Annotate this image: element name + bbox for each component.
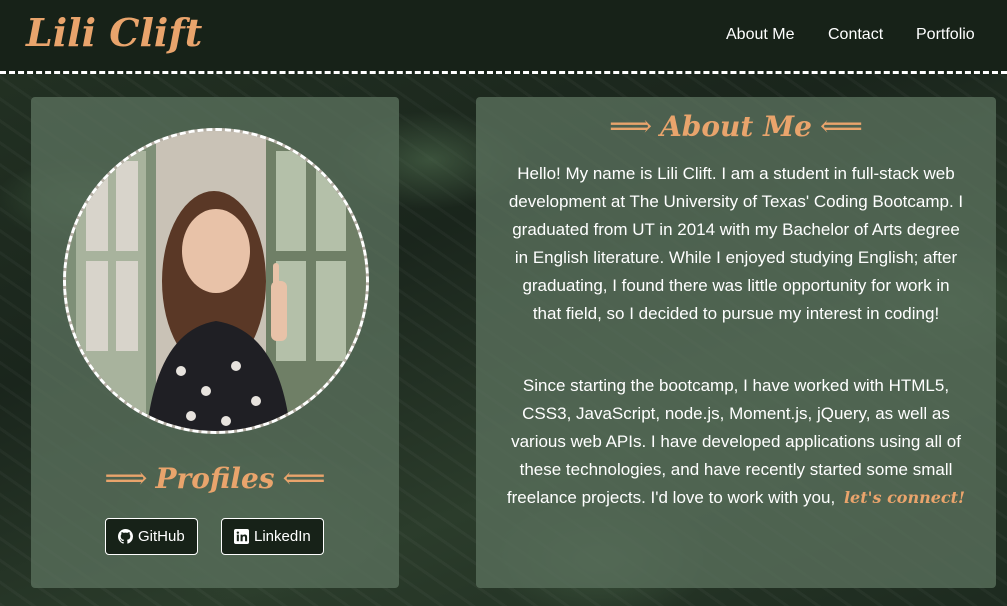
left-arrow-icon: ⟸ [282, 461, 326, 496]
about-me-heading: ⟹ About Me ⟸ [476, 109, 996, 144]
profile-photo [66, 131, 366, 431]
about-me-heading-text: About Me [660, 110, 812, 143]
connect-link[interactable]: let's connect! [844, 488, 965, 507]
profile-card: ⟹ Profiles ⟸ GitHub LinkedIn [31, 97, 399, 588]
github-icon [118, 529, 133, 544]
brand-logo[interactable]: Lili Clift [26, 10, 202, 55]
right-arrow-icon: ⟹ [609, 109, 653, 144]
nav-link-about-me[interactable]: About Me [726, 26, 794, 44]
github-button[interactable]: GitHub [105, 518, 198, 555]
about-paragraph-2: Since starting the bootcamp, I have work… [506, 372, 966, 512]
profiles-heading-text: Profiles [155, 462, 275, 495]
navbar: Lili Clift About Me Contact Portfolio [0, 0, 1007, 74]
linkedin-button[interactable]: LinkedIn [221, 518, 324, 555]
about-me-card: ⟹ About Me ⟸ Hello! My name is Lili Clift.… [476, 97, 996, 588]
about-paragraph-1: Hello! My name is Lili Clift. I am a stu… [508, 164, 964, 323]
nav-link-contact[interactable]: Contact [828, 26, 883, 44]
profiles-heading: ⟹ Profiles ⟸ [31, 461, 399, 496]
linkedin-icon [234, 529, 249, 544]
left-arrow-icon: ⟸ [819, 109, 863, 144]
right-arrow-icon: ⟹ [104, 461, 148, 496]
github-button-label: GitHub [138, 528, 185, 545]
linkedin-button-label: LinkedIn [254, 528, 311, 545]
avatar [63, 128, 369, 434]
nav-link-portfolio[interactable]: Portfolio [916, 26, 975, 44]
